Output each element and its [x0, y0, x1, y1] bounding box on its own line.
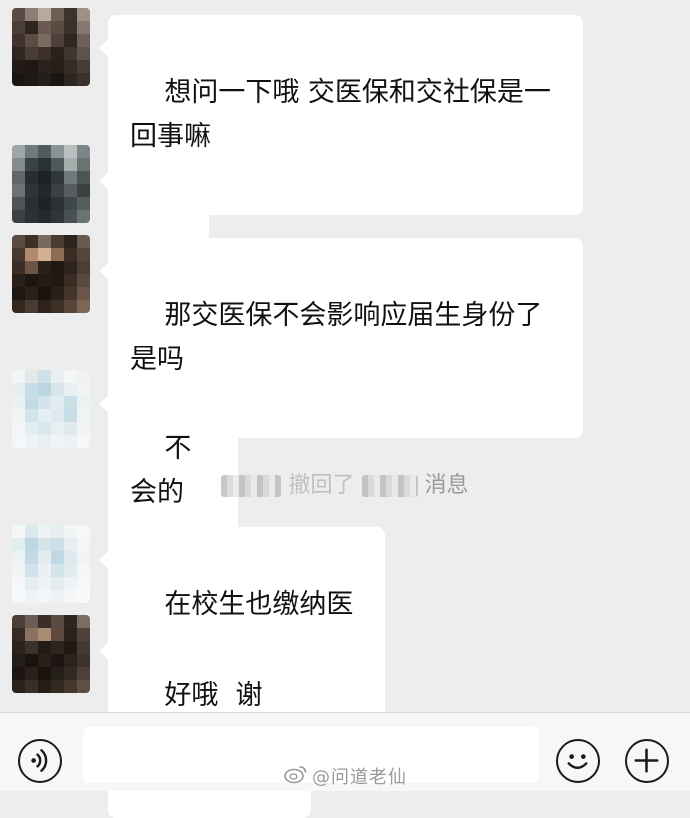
- emoji-icon: [567, 754, 588, 770]
- message-input[interactable]: [83, 727, 539, 783]
- voice-input-button[interactable]: [18, 739, 62, 783]
- chat-message-list[interactable]: 想问一下哦 交医保和交社保是一回事嘛 不是 那交医保不会影响应届生身份了是吗 不…: [0, 0, 690, 818]
- voice-icon: [31, 749, 48, 772]
- recall-notice: 撤回了 消息: [0, 470, 690, 502]
- redacted-text: [221, 475, 282, 497]
- input-bar: @问道老仙: [0, 712, 690, 791]
- plus-icon: [634, 748, 659, 773]
- message-text: 那交医保不会影响应届生身份了是吗: [130, 300, 543, 375]
- avatar[interactable]: [12, 525, 90, 603]
- avatar[interactable]: [12, 235, 90, 313]
- watermark: @问道老仙: [312, 767, 407, 788]
- recall-notice-suffix: 消息: [424, 473, 469, 498]
- message-text: 想问一下哦 交医保和交社保是一回事嘛: [130, 77, 551, 152]
- avatar[interactable]: [12, 8, 90, 86]
- avatar[interactable]: [12, 370, 90, 448]
- avatar[interactable]: [12, 615, 90, 693]
- more-functions-button[interactable]: [625, 739, 669, 783]
- redacted-text: [361, 475, 418, 497]
- weibo-icon: [284, 766, 307, 784]
- avatar[interactable]: [12, 145, 90, 223]
- emoji-button[interactable]: [556, 739, 600, 783]
- recall-notice-text: 撤回了: [288, 473, 355, 498]
